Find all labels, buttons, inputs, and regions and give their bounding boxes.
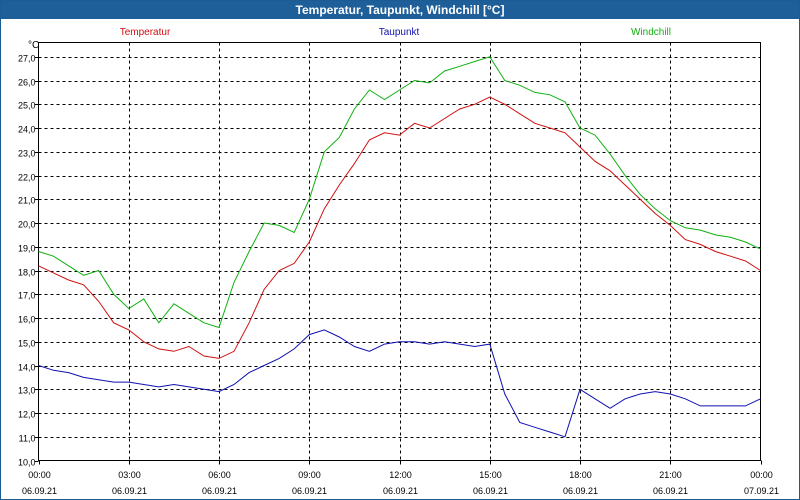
y-tick-label: 11,0 (19, 434, 36, 444)
plot-area (38, 42, 761, 461)
x-tick-label-time: 12:00 (389, 470, 412, 480)
x-tick-label-date: 07.09.21 (744, 486, 779, 496)
y-tick-label: 16,0 (18, 315, 36, 325)
x-tick-label-time: 15:00 (479, 470, 502, 480)
y-tick-label: 21,0 (18, 196, 36, 206)
x-tick-label-time: 06:00 (208, 470, 231, 480)
y-tick-label: 17,0 (18, 291, 36, 301)
x-tick-label-time: 00:00 (750, 470, 773, 480)
y-tick-label: 26,0 (18, 78, 36, 88)
x-tick-label-date: 06.09.21 (292, 486, 327, 496)
y-tick-label: 19,0 (18, 244, 36, 254)
x-tick-label-time: 18:00 (569, 470, 592, 480)
y-tick-label: 27,0 (18, 54, 36, 64)
x-tick-label-time: 00:00 (28, 470, 51, 480)
y-tick-label: 22,0 (18, 173, 36, 183)
legend-label-taupunkt: Taupunkt (379, 27, 420, 38)
chart-window: Temperatur, Taupunkt, Windchill [°C] 10,… (0, 0, 800, 500)
x-tick-label-time: 21:00 (659, 470, 682, 480)
legend-label-windchill: Windchill (631, 27, 671, 38)
y-axis-unit-label: °C (28, 40, 39, 51)
y-tick-label: 15,0 (18, 339, 36, 349)
x-tick-label-date: 06.09.21 (653, 486, 688, 496)
x-tick-label-date: 06.09.21 (473, 486, 508, 496)
x-tick-label-date: 06.09.21 (202, 486, 237, 496)
y-tick-label: 24,0 (18, 125, 36, 135)
legend: Temperatur Taupunkt Windchill (120, 27, 671, 38)
x-tick-label-date: 06.09.21 (22, 486, 57, 496)
x-tick-label-time: 03:00 (118, 470, 141, 480)
x-tick-label-date: 06.09.21 (563, 486, 598, 496)
legend-label-temperatur: Temperatur (120, 27, 171, 38)
y-axis: 10,0 11,0 12,0 13,0 14,0 15,0 16,0 17,0 18,0 19,0… (18, 54, 39, 468)
x-tick-label-time: 09:00 (298, 470, 321, 480)
y-tick-label: 18,0 (18, 268, 36, 278)
x-tick-label-date: 06.09.21 (383, 486, 418, 496)
y-tick-label: 23,0 (18, 149, 36, 159)
y-tick-label: 10,0 (18, 458, 36, 468)
x-tick-label-date: 06.09.21 (112, 486, 147, 496)
y-tick-label: 20,0 (18, 220, 36, 230)
y-tick-label: 13,0 (18, 386, 36, 396)
y-tick-label: 14,0 (18, 363, 36, 373)
x-axis: 00:00 06.09.21 03:00 06.09.21 06:00 06.09.21 0… (22, 460, 779, 496)
y-tick-label: 12,0 (18, 410, 36, 420)
line-chart: 10,0 11,0 12,0 13,0 14,0 15,0 16,0 17,0 18,0 19,0… (18, 27, 779, 496)
y-tick-label: 25,0 (18, 101, 36, 111)
